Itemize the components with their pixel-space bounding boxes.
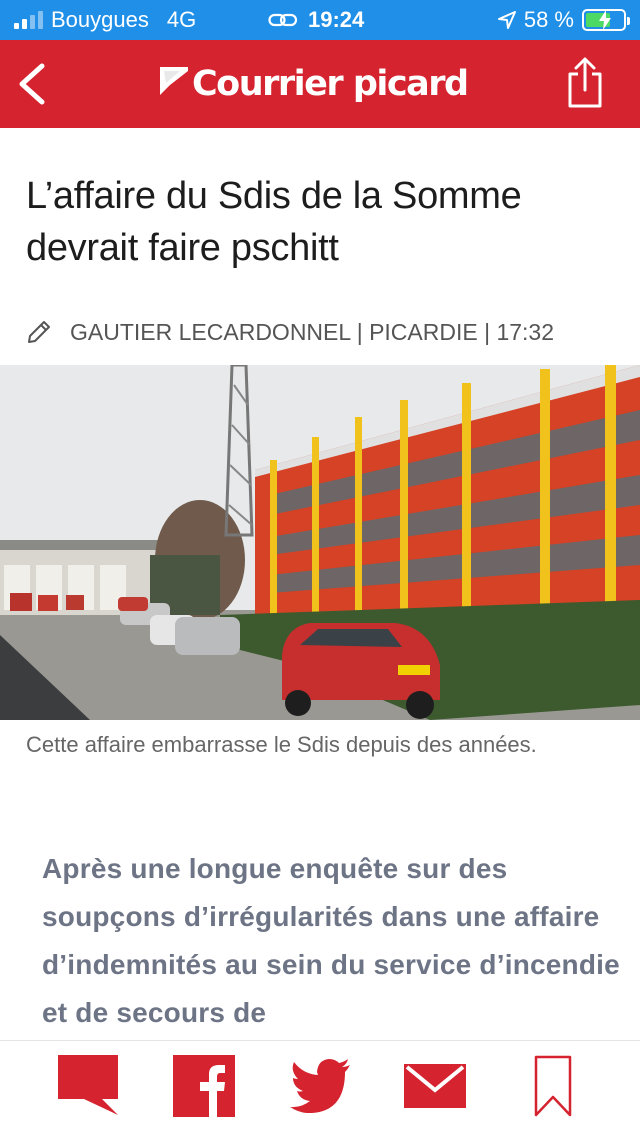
- app-header: Courrier picard: [0, 40, 640, 128]
- facebook-icon: [173, 1055, 235, 1117]
- back-button[interactable]: [10, 58, 54, 110]
- share-button[interactable]: [564, 56, 606, 110]
- battery-icon: [582, 9, 630, 31]
- twitter-icon: [290, 1059, 350, 1113]
- bookmark-button[interactable]: [534, 1055, 572, 1117]
- article-photo[interactable]: [0, 365, 640, 720]
- comment-button[interactable]: [58, 1055, 120, 1117]
- status-bar: Bouygues 4G 19:24 58 %: [0, 0, 640, 40]
- pencil-icon: [28, 321, 50, 343]
- mail-share-button[interactable]: [404, 1055, 466, 1117]
- photo-caption: Cette affaire embarrasse le Sdis depuis …: [26, 732, 537, 757]
- brand-name: Courrier picard: [192, 64, 469, 104]
- clock: 19:24: [308, 7, 365, 32]
- carrier-name: Bouygues: [51, 7, 149, 32]
- bookmark-icon: [534, 1055, 572, 1117]
- article-lead: Après une longue enquête sur des soupçon…: [42, 853, 620, 1028]
- article-title: L’affaire du Sdis de la Somme devrait fa…: [26, 175, 522, 269]
- comment-icon: [58, 1055, 118, 1115]
- share-icon: [568, 57, 602, 108]
- byline-text: GAUTIER LECARDONNEL | PICARDIE | 17:32: [70, 318, 555, 345]
- chevron-left-icon: [19, 63, 45, 105]
- facebook-share-button[interactable]: [173, 1055, 235, 1117]
- battery-percent: 58 %: [523, 7, 574, 32]
- brand-logo: Courrier picard: [160, 56, 469, 112]
- twitter-share-button[interactable]: [290, 1055, 352, 1117]
- location-arrow-icon: [497, 11, 516, 29]
- bottom-toolbar: [0, 1040, 640, 1136]
- article-byline: GAUTIER LECARDONNEL | PICARDIE | 17:32: [26, 314, 626, 350]
- network-type: 4G: [166, 7, 197, 32]
- vpn-link-icon: [268, 13, 298, 27]
- mail-icon: [404, 1064, 466, 1108]
- logo-flag-icon: [160, 67, 188, 95]
- signal-icon: [14, 11, 43, 29]
